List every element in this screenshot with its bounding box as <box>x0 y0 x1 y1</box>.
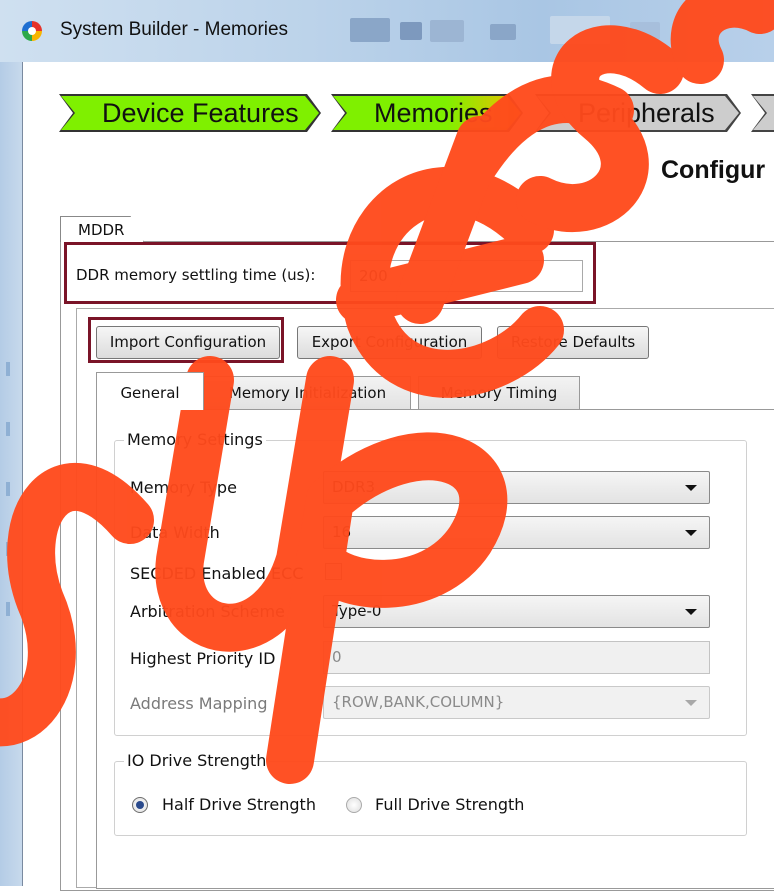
background-taskbar-blur <box>330 8 774 48</box>
title-bar: System Builder - Memories <box>0 0 774 62</box>
step-peripherals-label: Peripherals <box>578 98 715 128</box>
chevron-down-icon <box>685 609 697 615</box>
full-drive-radio[interactable] <box>346 797 362 813</box>
chevron-down-icon <box>685 530 697 536</box>
step-peripherals[interactable]: Peripherals <box>535 94 741 132</box>
memory-type-select[interactable]: DDR3 <box>323 471 710 504</box>
address-mapping-label: Address Mapping <box>130 694 268 713</box>
secded-ecc-label: SECDED Enabled ECC <box>130 564 304 583</box>
half-drive-label: Half Drive Strength <box>162 795 316 814</box>
data-width-select[interactable]: 16 <box>323 516 710 549</box>
chevron-down-icon <box>685 485 697 491</box>
memory-settings-title: Memory Settings <box>124 430 266 449</box>
tab-mddr[interactable]: MDDR <box>60 216 144 242</box>
window-title: System Builder - Memories <box>60 19 289 40</box>
page-heading: Configur <box>661 156 766 184</box>
step-next[interactable] <box>751 94 774 132</box>
step-device-features[interactable]: Device Features <box>59 94 321 132</box>
wizard-steps: Device Features Memories Peripherals <box>59 94 774 134</box>
data-width-value: 16 <box>332 523 352 541</box>
restore-defaults-button[interactable]: Restore Defaults <box>497 326 649 359</box>
data-width-label: Data Width <box>130 523 220 542</box>
chevron-down-icon <box>685 700 697 706</box>
export-configuration-button[interactable]: Export Configuration <box>297 326 482 359</box>
step-device-features-label: Device Features <box>102 98 299 128</box>
step-memories[interactable]: Memories <box>331 94 523 132</box>
arbitration-scheme-select[interactable]: Type-0 <box>323 595 710 628</box>
tab-memory-timing[interactable]: Memory Timing <box>418 376 580 409</box>
highest-priority-id-field[interactable]: 0 <box>323 641 710 674</box>
tab-memory-initialization[interactable]: Memory Initialization <box>204 376 411 409</box>
tab-general[interactable]: General <box>96 372 204 410</box>
step-memories-label: Memories <box>374 98 493 128</box>
memory-type-label: Memory Type <box>130 478 237 497</box>
highest-priority-id-label: Highest Priority ID <box>130 649 276 668</box>
address-mapping-value: {ROW,BANK,COLUMN} <box>332 693 505 711</box>
highlight-box-import <box>88 317 284 363</box>
arbitration-scheme-value: Type-0 <box>332 602 382 620</box>
highlight-box-settling <box>64 242 596 304</box>
app-logo-icon <box>22 21 42 41</box>
address-mapping-select[interactable]: {ROW,BANK,COLUMN} <box>323 686 710 719</box>
window-frame-left <box>0 62 22 886</box>
half-drive-radio[interactable] <box>132 797 148 813</box>
memory-type-value: DDR3 <box>332 478 376 496</box>
secded-ecc-checkbox[interactable] <box>325 563 342 580</box>
io-drive-strength-title: IO Drive Strength <box>124 751 270 770</box>
arbitration-scheme-label: Arbitration Scheme <box>130 602 285 621</box>
full-drive-label: Full Drive Strength <box>375 795 525 814</box>
